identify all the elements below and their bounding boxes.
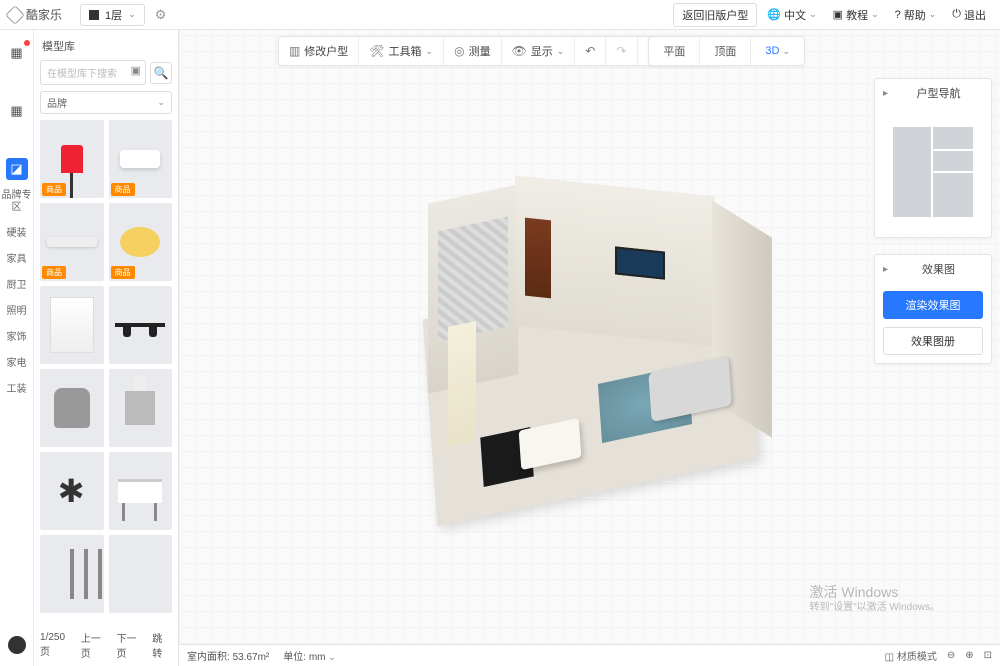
model-card[interactable] <box>109 286 173 364</box>
brand-select[interactable]: 品牌 ⌄ <box>40 91 172 114</box>
model-card[interactable] <box>40 452 104 530</box>
view-3d-tab[interactable]: 3D ⌄ <box>751 37 804 65</box>
model-card[interactable]: 商品 <box>40 203 104 281</box>
chevron-down-icon: ⌄ <box>557 46 565 57</box>
redo-icon: ↷ <box>616 44 626 58</box>
rail-cat-lighting[interactable]: 照明 <box>7 302 27 322</box>
language-menu[interactable]: 🌐 中文 ⌄ <box>761 4 822 26</box>
model-library-panel: 模型库 在模型库下搜索 ▣ 🔍 品牌 ⌄ 商品 商品 商品 商品 1/250页 … <box>34 30 179 666</box>
eye-icon: 👁 <box>512 44 527 58</box>
rail-floorplan-icon[interactable]: ▦ <box>6 42 28 64</box>
chevron-down-icon: ⌄ <box>328 652 336 662</box>
rail-cat-brand[interactable]: 品牌专区 <box>0 186 33 218</box>
floorplan-nav-panel: ▸ 户型导航 <box>874 78 992 238</box>
zoom-out-button[interactable]: ⊖ <box>947 650 955 661</box>
model-card[interactable] <box>40 286 104 364</box>
render-panel: ▸ 效果图 渲染效果图 效果图册 <box>874 254 992 364</box>
search-button[interactable]: 🔍 <box>150 62 172 84</box>
view-ceiling-tab[interactable]: 顶面 <box>700 37 751 65</box>
collapse-arrow-icon[interactable]: ▸ <box>883 88 888 99</box>
model-card[interactable] <box>109 452 173 530</box>
undo-button[interactable]: ↶ <box>575 37 606 65</box>
toolbox-icon: 🛠 <box>369 44 384 58</box>
panel-title: 模型库 <box>34 30 178 60</box>
measure-icon: ◎ <box>454 44 464 58</box>
render-button[interactable]: 渲染效果图 <box>883 291 983 319</box>
floor-label: 1层 <box>105 7 122 23</box>
modify-floorplan-button[interactable]: ▥修改户型 <box>279 37 359 65</box>
model-card[interactable] <box>40 369 104 447</box>
chevron-down-icon: ⌄ <box>426 46 434 57</box>
room-model[interactable] <box>390 164 790 534</box>
rail-cat-appliance[interactable]: 家电 <box>7 354 27 374</box>
toolbox-button[interactable]: 🛠工具箱⌄ <box>359 37 444 65</box>
render-album-button[interactable]: 效果图册 <box>883 327 983 355</box>
pager-jump[interactable]: 跳转 <box>152 630 172 660</box>
pager: 1/250页 上一页 下一页 跳转 <box>34 624 178 666</box>
rail-model-library-icon[interactable]: ◪ <box>6 158 28 180</box>
chevron-down-icon: ⌄ <box>782 46 790 57</box>
logo-text: 酷家乐 <box>26 6 62 23</box>
search-input[interactable]: 在模型库下搜索 ▣ <box>40 60 146 85</box>
camera-icon[interactable]: ▣ <box>131 64 141 77</box>
measure-button[interactable]: ◎测量 <box>444 37 501 65</box>
model-card[interactable]: 商品 <box>109 120 173 198</box>
model-grid: 商品 商品 商品 商品 <box>34 120 178 624</box>
app-header: 酷家乐 1层 ⌄ ⚙ 返回旧版户型 🌐 中文 ⌄ ▣ 教程 ⌄ ? 帮助 ⌄ ⏻… <box>0 0 1000 30</box>
render-title: 效果图 <box>922 261 955 277</box>
floor-selector[interactable]: 1层 ⌄ <box>80 4 145 26</box>
cube-icon <box>89 10 99 20</box>
status-bar: 室内面积: 53.67m² 单位: mm ⌄ ◫ 材质模式 ⊖ ⊕ ⊡ <box>179 644 1000 666</box>
left-rail: ▦ ▦ ◪ 品牌专区 硬装 家具 厨卫 照明 家饰 家电 工装 <box>0 30 34 666</box>
windows-watermark: 激活 Windows 转到"设置"以激活 Windows。 <box>810 583 940 614</box>
model-card[interactable] <box>109 535 173 613</box>
app-logo[interactable]: 酷家乐 <box>8 6 62 23</box>
rail-cat-decor[interactable]: 家饰 <box>7 328 27 348</box>
back-old-button[interactable]: 返回旧版户型 <box>673 3 757 27</box>
logo-icon <box>5 5 25 25</box>
material-mode-button[interactable]: ◫ 材质模式 <box>885 648 937 663</box>
model-card[interactable]: 商品 <box>109 203 173 281</box>
help-menu[interactable]: ? 帮助 ⌄ <box>889 4 943 26</box>
settings-icon[interactable]: ⚙ <box>155 7 167 23</box>
rail-cat-hard[interactable]: 硬装 <box>7 224 27 244</box>
user-avatar[interactable] <box>8 636 26 654</box>
collapse-arrow-icon[interactable]: ▸ <box>883 264 888 275</box>
zoom-in-button[interactable]: ⊕ <box>965 650 973 661</box>
rail-cat-commercial[interactable]: 工装 <box>7 380 27 400</box>
chevron-down-icon: ⌄ <box>128 9 136 20</box>
chevron-down-icon: ⌄ <box>929 9 937 20</box>
area-label: 室内面积: 53.67m² <box>187 648 269 663</box>
model-card[interactable] <box>109 369 173 447</box>
exit-button[interactable]: ⏻ 退出 <box>946 4 992 26</box>
pager-total: 1/250页 <box>40 632 75 658</box>
floorplan-icon: ▥ <box>289 44 300 58</box>
nav-title: 户型导航 <box>917 85 961 101</box>
undo-icon: ↶ <box>585 44 595 58</box>
pager-prev[interactable]: 上一页 <box>81 630 111 660</box>
display-button[interactable]: 👁显示⌄ <box>502 37 576 65</box>
redo-button[interactable]: ↷ <box>606 37 637 65</box>
view-plan-tab[interactable]: 平面 <box>649 37 700 65</box>
minimap[interactable] <box>875 107 991 237</box>
rail-cat-furniture[interactable]: 家具 <box>7 250 27 270</box>
chevron-down-icon: ⌄ <box>157 97 165 108</box>
tutorial-menu[interactable]: ▣ 教程 ⌄ <box>827 4 885 26</box>
model-card[interactable] <box>40 535 104 613</box>
view-mode-bar: 平面 顶面 3D ⌄ <box>648 36 805 66</box>
chevron-down-icon: ⌄ <box>809 9 817 20</box>
pager-next[interactable]: 下一页 <box>116 630 146 660</box>
zoom-fit-button[interactable]: ⊡ <box>984 650 992 661</box>
unit-select[interactable]: 单位: mm ⌄ <box>283 648 336 663</box>
rail-cat-kitchen[interactable]: 厨卫 <box>7 276 27 296</box>
chevron-down-icon: ⌄ <box>871 9 879 20</box>
rail-grid-icon[interactable]: ▦ <box>6 100 28 122</box>
model-card[interactable]: 商品 <box>40 120 104 198</box>
